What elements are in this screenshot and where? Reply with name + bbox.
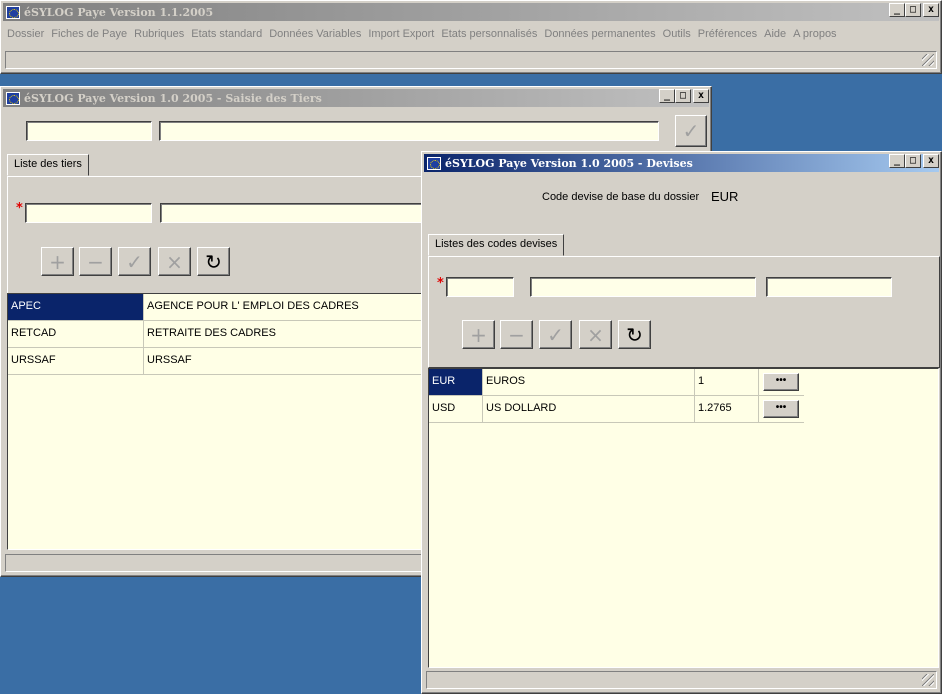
refresh-icon: ↻ [626,322,643,347]
menu-etats-personnalises[interactable]: Etats personnalisés [437,28,540,40]
table-row[interactable]: APEC AGENCE POUR L' EMPLOI DES CADRES [8,294,426,321]
devises-titlebar[interactable]: éSYLOG Paye Version 1.0 2005 - Devises [424,154,939,172]
minimize-button[interactable]: _ [889,154,905,168]
currency-details-button[interactable]: ••• [763,373,799,391]
app-icon [6,5,20,19]
tiers-titlebar[interactable]: éSYLOG Paye Version 1.0 2005 - Saisie de… [3,89,709,107]
close-button[interactable]: x [693,89,709,103]
tiers-search-name-field[interactable] [159,121,659,141]
tiers-status-bar [5,554,425,572]
devises-table: EUR EUROS 1 ••• USD US DOLLARD 1.2765 ••… [428,368,939,668]
minimize-button[interactable]: _ [889,3,905,17]
devises-title: éSYLOG Paye Version 1.0 2005 - Devises [445,156,693,170]
minimize-button[interactable]: _ [659,89,675,103]
tier-name-input[interactable] [160,203,422,223]
menu-rubriques[interactable]: Rubriques [130,28,187,40]
tier-name-cell[interactable]: RETRAITE DES CADRES [144,321,426,347]
app-icon [427,156,441,170]
menu-aide[interactable]: Aide [760,28,789,40]
tier-code-cell[interactable]: APEC [8,294,144,320]
currency-code-cell[interactable]: USD [429,396,483,422]
table-row[interactable]: USD US DOLLARD 1.2765 ••• [429,396,804,423]
table-row[interactable]: URSSAF URSSAF [8,348,426,375]
refresh-button[interactable]: ↻ [197,247,230,276]
main-window: éSYLOG Paye Version 1.1.2005 _ □ x Dossi… [0,0,942,74]
table-row[interactable]: RETCAD RETRAITE DES CADRES [8,321,426,348]
menu-fiches-de-paye[interactable]: Fiches de Paye [47,28,130,40]
main-title: éSYLOG Paye Version 1.1.2005 [24,5,214,19]
refresh-icon: ↻ [205,249,222,274]
tier-code-input[interactable] [25,203,152,223]
menu-outils[interactable]: Outils [659,28,694,40]
required-marker: * [437,276,444,291]
devises-status-bar [426,671,937,689]
delete-button[interactable]: − [500,320,533,349]
add-button[interactable]: + [462,320,495,349]
main-titlebar[interactable]: éSYLOG Paye Version 1.1.2005 [3,3,939,21]
currency-code-cell[interactable]: EUR [429,369,483,395]
currency-name-cell[interactable]: EUROS [483,369,695,395]
resize-grip[interactable] [922,54,934,66]
devises-edit-panel [428,256,940,368]
menu-dossier[interactable]: Dossier [3,28,47,40]
devises-window: éSYLOG Paye Version 1.0 2005 - Devises _… [421,151,942,694]
tiers-table: APEC AGENCE POUR L' EMPLOI DES CADRES RE… [7,293,427,550]
tier-code-cell[interactable]: RETCAD [8,321,144,347]
menu-a-propos[interactable]: A propos [789,28,839,40]
maximize-button[interactable]: □ [675,89,691,103]
cancel-button[interactable]: × [579,320,612,349]
currency-name-input[interactable] [530,277,756,297]
menu-donnees-variables[interactable]: Données Variables [265,28,364,40]
tab-liste-des-tiers[interactable]: Liste des tiers [7,154,89,176]
minus-icon: − [87,249,104,274]
close-button[interactable]: x [923,3,939,17]
menu-bar: Dossier Fiches de Paye Rubriques Etats s… [3,23,939,45]
check-icon: ✓ [547,322,564,347]
tiers-search-validate-button[interactable]: ✓ [675,115,707,147]
cancel-icon: × [587,322,604,347]
add-button[interactable]: + [41,247,74,276]
validate-button[interactable]: ✓ [539,320,572,349]
plus-icon: + [49,249,66,274]
tiers-title: éSYLOG Paye Version 1.0 2005 - Saisie de… [24,91,322,105]
tier-name-cell[interactable]: AGENCE POUR L' EMPLOI DES CADRES [144,294,426,320]
base-currency-label: Code devise de base du dossier [542,191,700,203]
tiers-edit-panel [7,176,427,296]
cancel-icon: × [166,249,183,274]
tiers-caption-buttons: _ □ x [659,89,709,103]
currency-name-cell[interactable]: US DOLLARD [483,396,695,422]
currency-code-input[interactable] [446,277,514,297]
menu-preferences[interactable]: Préférences [694,28,760,40]
check-icon: ✓ [126,249,143,274]
maximize-button[interactable]: □ [905,154,921,168]
currency-rate-cell[interactable]: 1.2765 [695,396,759,422]
table-row[interactable]: EUR EUROS 1 ••• [429,369,804,396]
maximize-button[interactable]: □ [905,3,921,17]
app-icon [6,91,20,105]
required-marker: * [16,201,23,216]
check-icon: ✓ [682,119,700,143]
base-currency-value: EUR [711,189,739,204]
menu-import-export[interactable]: Import Export [364,28,437,40]
main-caption-buttons: _ □ x [889,3,939,17]
menu-etats-standard[interactable]: Etats standard [187,28,265,40]
main-status-bar [5,51,937,69]
validate-button[interactable]: ✓ [118,247,151,276]
devises-caption-buttons: _ □ x [889,154,939,168]
menu-donnees-permanentes[interactable]: Données permanentes [540,28,658,40]
delete-button[interactable]: − [79,247,112,276]
tier-code-cell[interactable]: URSSAF [8,348,144,374]
cancel-button[interactable]: × [158,247,191,276]
resize-grip[interactable] [922,674,934,686]
currency-rate-input[interactable] [766,277,892,297]
tiers-search-code-field[interactable] [26,121,152,141]
tier-name-cell[interactable]: URSSAF [144,348,426,374]
plus-icon: + [470,322,487,347]
refresh-button[interactable]: ↻ [618,320,651,349]
close-button[interactable]: x [923,154,939,168]
tab-listes-des-codes-devises[interactable]: Listes des codes devises [428,234,565,256]
minus-icon: − [508,322,525,347]
currency-rate-cell[interactable]: 1 [695,369,759,395]
currency-details-button[interactable]: ••• [763,400,799,418]
